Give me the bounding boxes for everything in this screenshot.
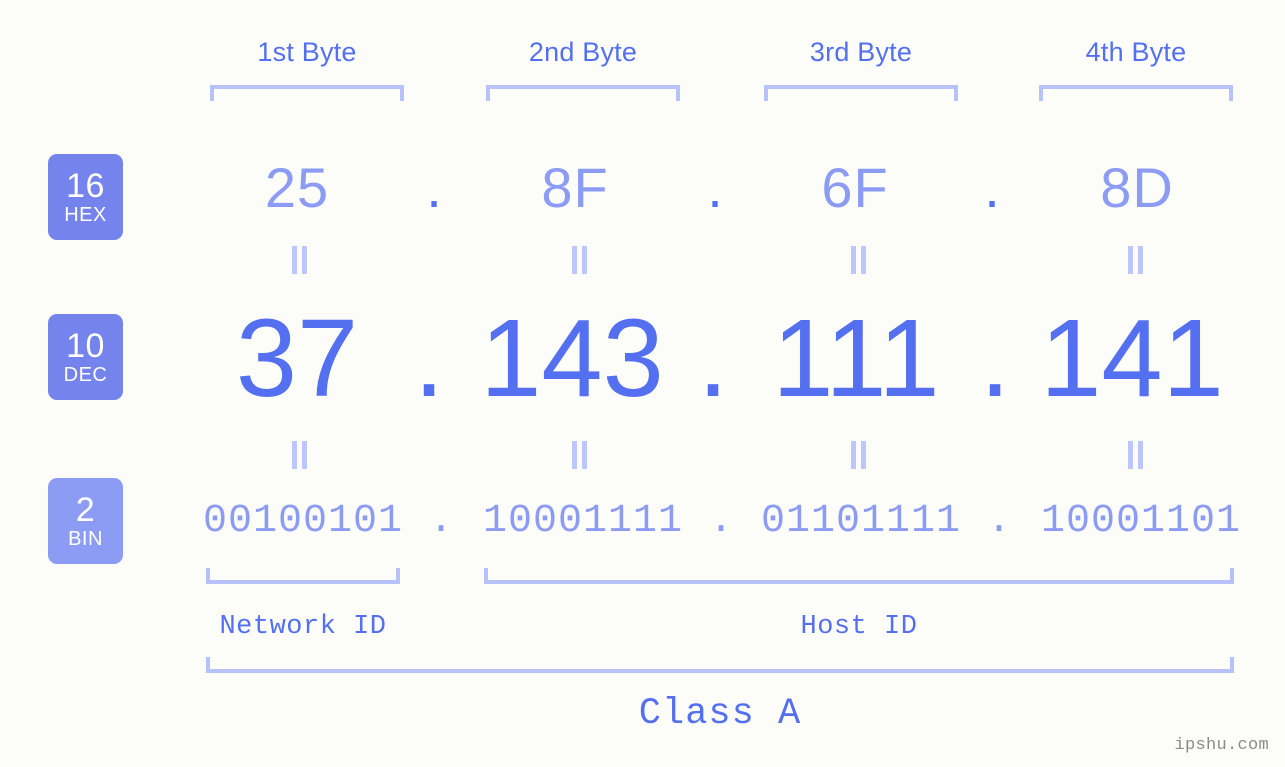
base-badge-dec: 10 DEC bbox=[48, 314, 123, 400]
bin-byte-1: 00100101 bbox=[203, 499, 404, 544]
bin-byte-2: 10001111 bbox=[483, 499, 684, 544]
equals-connector-dec-bin-3 bbox=[848, 441, 870, 469]
dec-byte-2: 143 bbox=[480, 297, 664, 420]
network-id-label: Network ID bbox=[219, 612, 387, 642]
base-badge-hex: 16 HEX bbox=[48, 154, 123, 240]
equals-connector-hex-dec-1 bbox=[289, 246, 311, 274]
hex-byte-2: 8F bbox=[541, 156, 609, 219]
base-badge-bin-number: 2 bbox=[75, 490, 96, 529]
hex-byte-1: 25 bbox=[264, 156, 330, 219]
byte-bracket-3 bbox=[764, 85, 958, 101]
dec-byte-1: 37 bbox=[235, 297, 359, 420]
equals-connector-hex-dec-4 bbox=[1125, 246, 1147, 274]
hex-separator-3: . bbox=[984, 156, 1000, 219]
base-badge-dec-number: 10 bbox=[66, 326, 105, 365]
network-id-bracket bbox=[206, 568, 400, 584]
byte-bracket-1 bbox=[210, 85, 404, 101]
dec-separator-3: . bbox=[979, 297, 1011, 420]
equals-connector-dec-bin-4 bbox=[1125, 441, 1147, 469]
byte-header-1: 1st Byte bbox=[257, 37, 357, 67]
equals-connector-dec-bin-1 bbox=[289, 441, 311, 469]
hex-separator-1: . bbox=[426, 156, 442, 219]
bin-separator-2: . bbox=[708, 499, 733, 544]
class-label: Class A bbox=[638, 693, 802, 735]
dec-separator-1: . bbox=[413, 297, 445, 420]
byte-bracket-4 bbox=[1039, 85, 1233, 101]
hex-separator-2: . bbox=[707, 156, 723, 219]
dec-byte-4: 141 bbox=[1040, 297, 1224, 420]
bin-byte-3: 01101111 bbox=[761, 499, 962, 544]
base-badge-hex-name: HEX bbox=[64, 203, 107, 226]
class-bracket bbox=[206, 657, 1234, 673]
byte-bracket-2 bbox=[486, 85, 680, 101]
ip-breakdown-diagram: 1st Byte 2nd Byte 3rd Byte 4th Byte 16 H… bbox=[0, 0, 1285, 767]
hex-byte-3: 6F bbox=[821, 156, 889, 219]
bin-separator-1: . bbox=[428, 499, 453, 544]
dec-separator-2: . bbox=[697, 297, 729, 420]
base-badge-bin: 2 BIN bbox=[48, 478, 123, 564]
byte-header-2: 2nd Byte bbox=[528, 37, 638, 67]
dec-byte-3: 111 bbox=[772, 297, 940, 420]
watermark: ipshu.com bbox=[1174, 736, 1269, 755]
base-badge-bin-name: BIN bbox=[68, 527, 103, 550]
host-id-label: Host ID bbox=[800, 612, 918, 642]
equals-connector-hex-dec-3 bbox=[848, 246, 870, 274]
base-badge-dec-name: DEC bbox=[63, 363, 108, 386]
host-id-bracket bbox=[484, 568, 1234, 584]
equals-connector-dec-bin-2 bbox=[569, 441, 591, 469]
bin-byte-4: 10001101 bbox=[1041, 499, 1242, 544]
bin-separator-3: . bbox=[986, 499, 1011, 544]
base-badge-hex-number: 16 bbox=[66, 166, 105, 205]
byte-header-3: 3rd Byte bbox=[809, 37, 913, 67]
equals-connector-hex-dec-2 bbox=[569, 246, 591, 274]
hex-byte-4: 8D bbox=[1100, 156, 1174, 219]
byte-header-4: 4th Byte bbox=[1085, 37, 1187, 67]
